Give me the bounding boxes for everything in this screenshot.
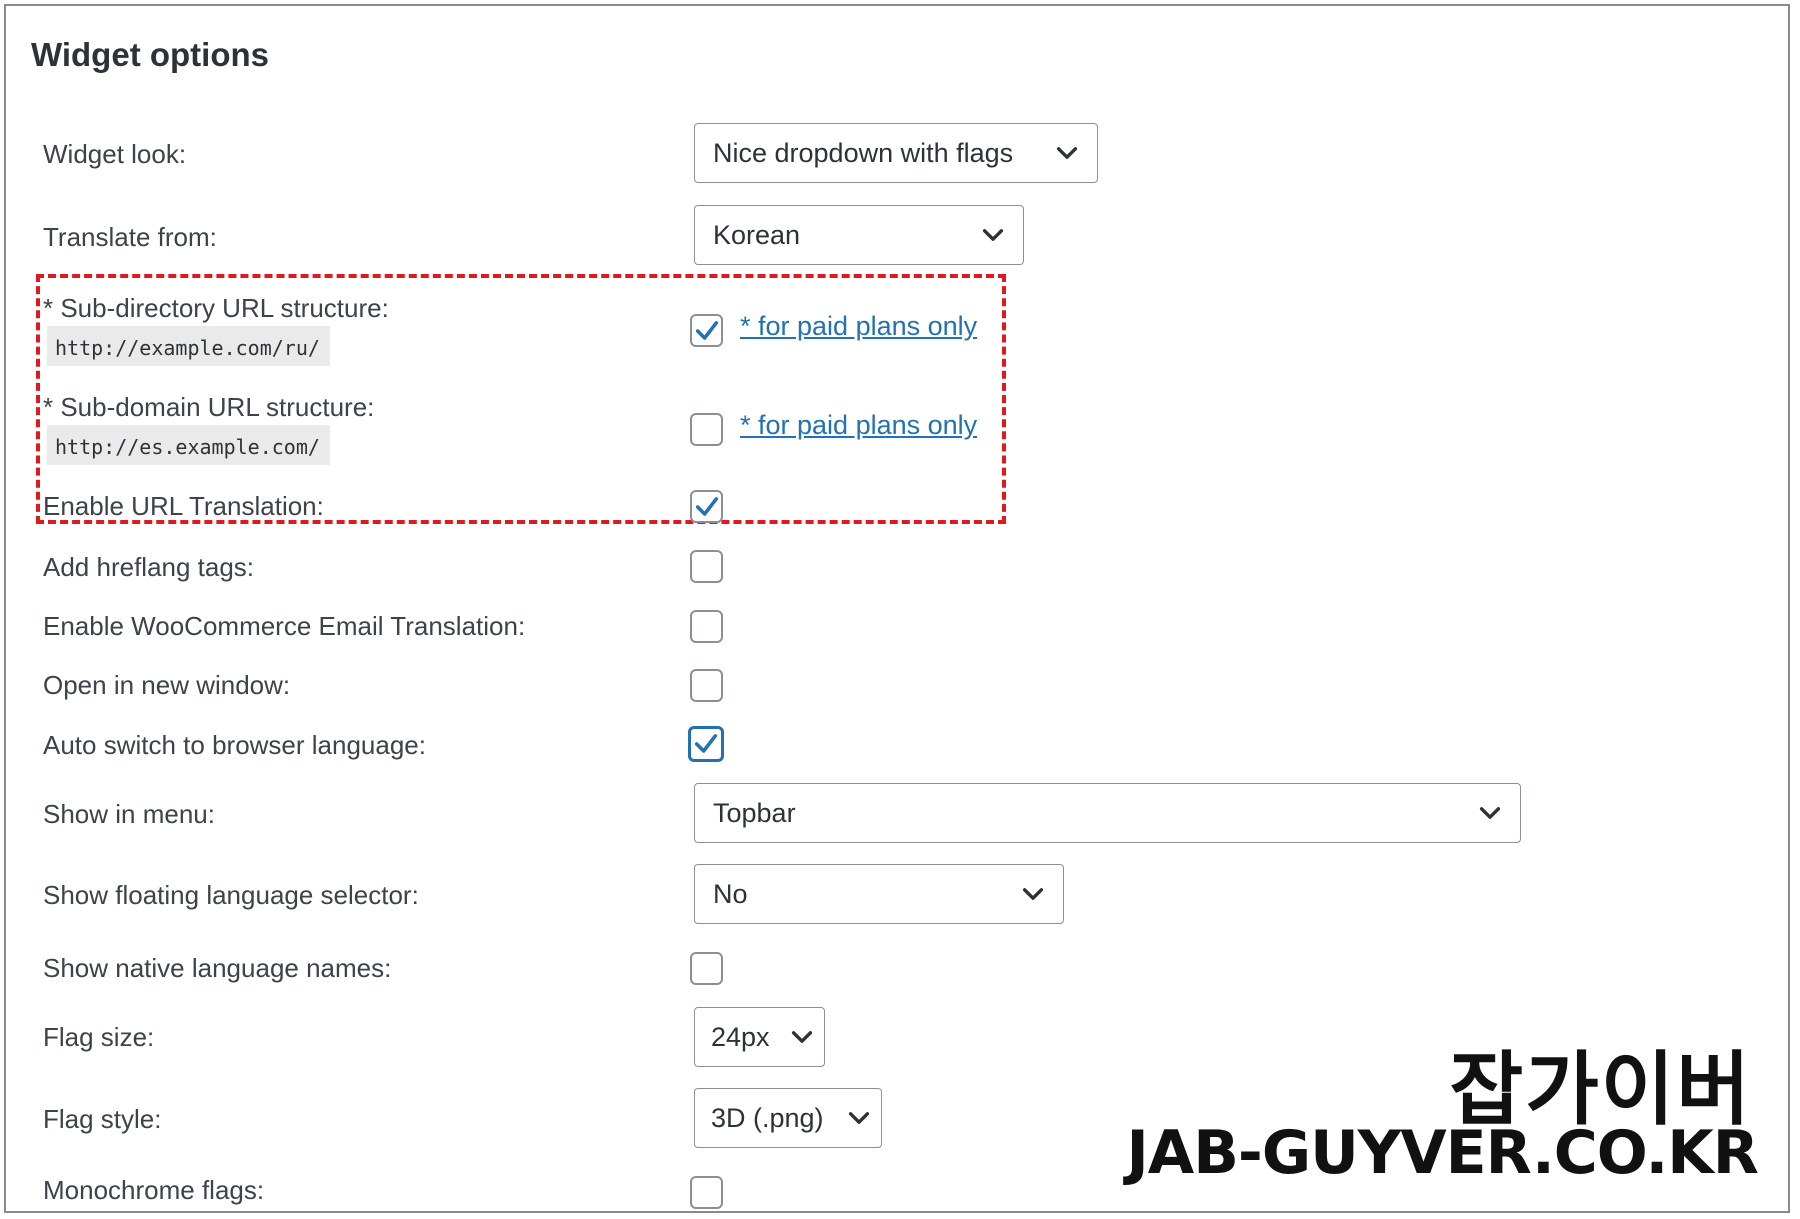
url-translation-label: Enable URL Translation: — [43, 491, 324, 521]
section-title: Widget options — [31, 36, 269, 73]
sub-directory-label: * Sub-directory URL structure: — [43, 293, 389, 323]
flag-style-select[interactable]: 3D (.png) — [694, 1088, 882, 1148]
widget-look-label: Widget look: — [43, 139, 187, 169]
monochrome-label: Monochrome flags: — [43, 1175, 265, 1205]
hreflang-label: Add hreflang tags: — [43, 552, 255, 582]
monochrome-checkbox[interactable] — [690, 1176, 723, 1209]
watermark-english: JAB-GUYVER.CO.KR — [1126, 1118, 1759, 1188]
sub-directory-checkbox[interactable] — [690, 314, 723, 347]
paid-plans-link[interactable]: * for paid plans only — [740, 410, 977, 441]
sub-directory-example: http://example.com/ru/ — [47, 326, 330, 366]
native-names-label: Show native language names: — [43, 953, 392, 983]
sub-domain-example: http://es.example.com/ — [47, 425, 330, 465]
new-window-label: Open in new window: — [43, 670, 291, 700]
widget-look-value: Nice dropdown with flags — [713, 137, 1014, 168]
floating-selector-select[interactable]: No — [694, 864, 1064, 924]
chevron-down-icon — [1053, 139, 1081, 167]
auto-switch-label: Auto switch to browser language: — [43, 730, 426, 760]
checkmark-icon — [695, 320, 718, 340]
floating-selector-label: Show floating language selector: — [43, 880, 419, 910]
woocommerce-email-checkbox[interactable] — [690, 610, 723, 643]
checkmark-icon — [694, 734, 718, 753]
paid-plans-link[interactable]: * for paid plans only — [740, 311, 977, 342]
chevron-down-icon — [845, 1104, 873, 1132]
flag-size-select[interactable]: 24px — [694, 1007, 825, 1067]
floating-selector-value: No — [713, 878, 748, 909]
show-in-menu-select[interactable]: Topbar — [694, 783, 1521, 843]
sub-domain-label: * Sub-domain URL structure: — [43, 392, 375, 422]
show-in-menu-label: Show in menu: — [43, 799, 215, 829]
chevron-down-icon — [1476, 799, 1504, 827]
sub-domain-checkbox[interactable] — [690, 413, 723, 446]
translate-from-label: Translate from: — [43, 222, 217, 252]
flag-size-label: Flag size: — [43, 1022, 155, 1052]
show-in-menu-value: Topbar — [713, 797, 796, 828]
url-translation-checkbox[interactable] — [690, 490, 723, 523]
flag-size-value: 24px — [711, 1021, 770, 1052]
new-window-checkbox[interactable] — [690, 669, 723, 702]
woocommerce-email-label: Enable WooCommerce Email Translation: — [43, 611, 526, 641]
flag-style-label: Flag style: — [43, 1104, 162, 1134]
chevron-down-icon — [1019, 880, 1047, 908]
native-names-checkbox[interactable] — [690, 952, 723, 985]
checkmark-icon — [695, 496, 718, 516]
hreflang-checkbox[interactable] — [690, 550, 723, 583]
auto-switch-checkbox[interactable] — [688, 726, 724, 762]
widget-look-select[interactable]: Nice dropdown with flags — [694, 123, 1098, 183]
chevron-down-icon — [788, 1023, 816, 1051]
translate-from-value: Korean — [713, 219, 801, 250]
flag-style-value: 3D (.png) — [711, 1102, 824, 1133]
chevron-down-icon — [979, 221, 1007, 249]
translate-from-select[interactable]: Korean — [694, 205, 1024, 265]
